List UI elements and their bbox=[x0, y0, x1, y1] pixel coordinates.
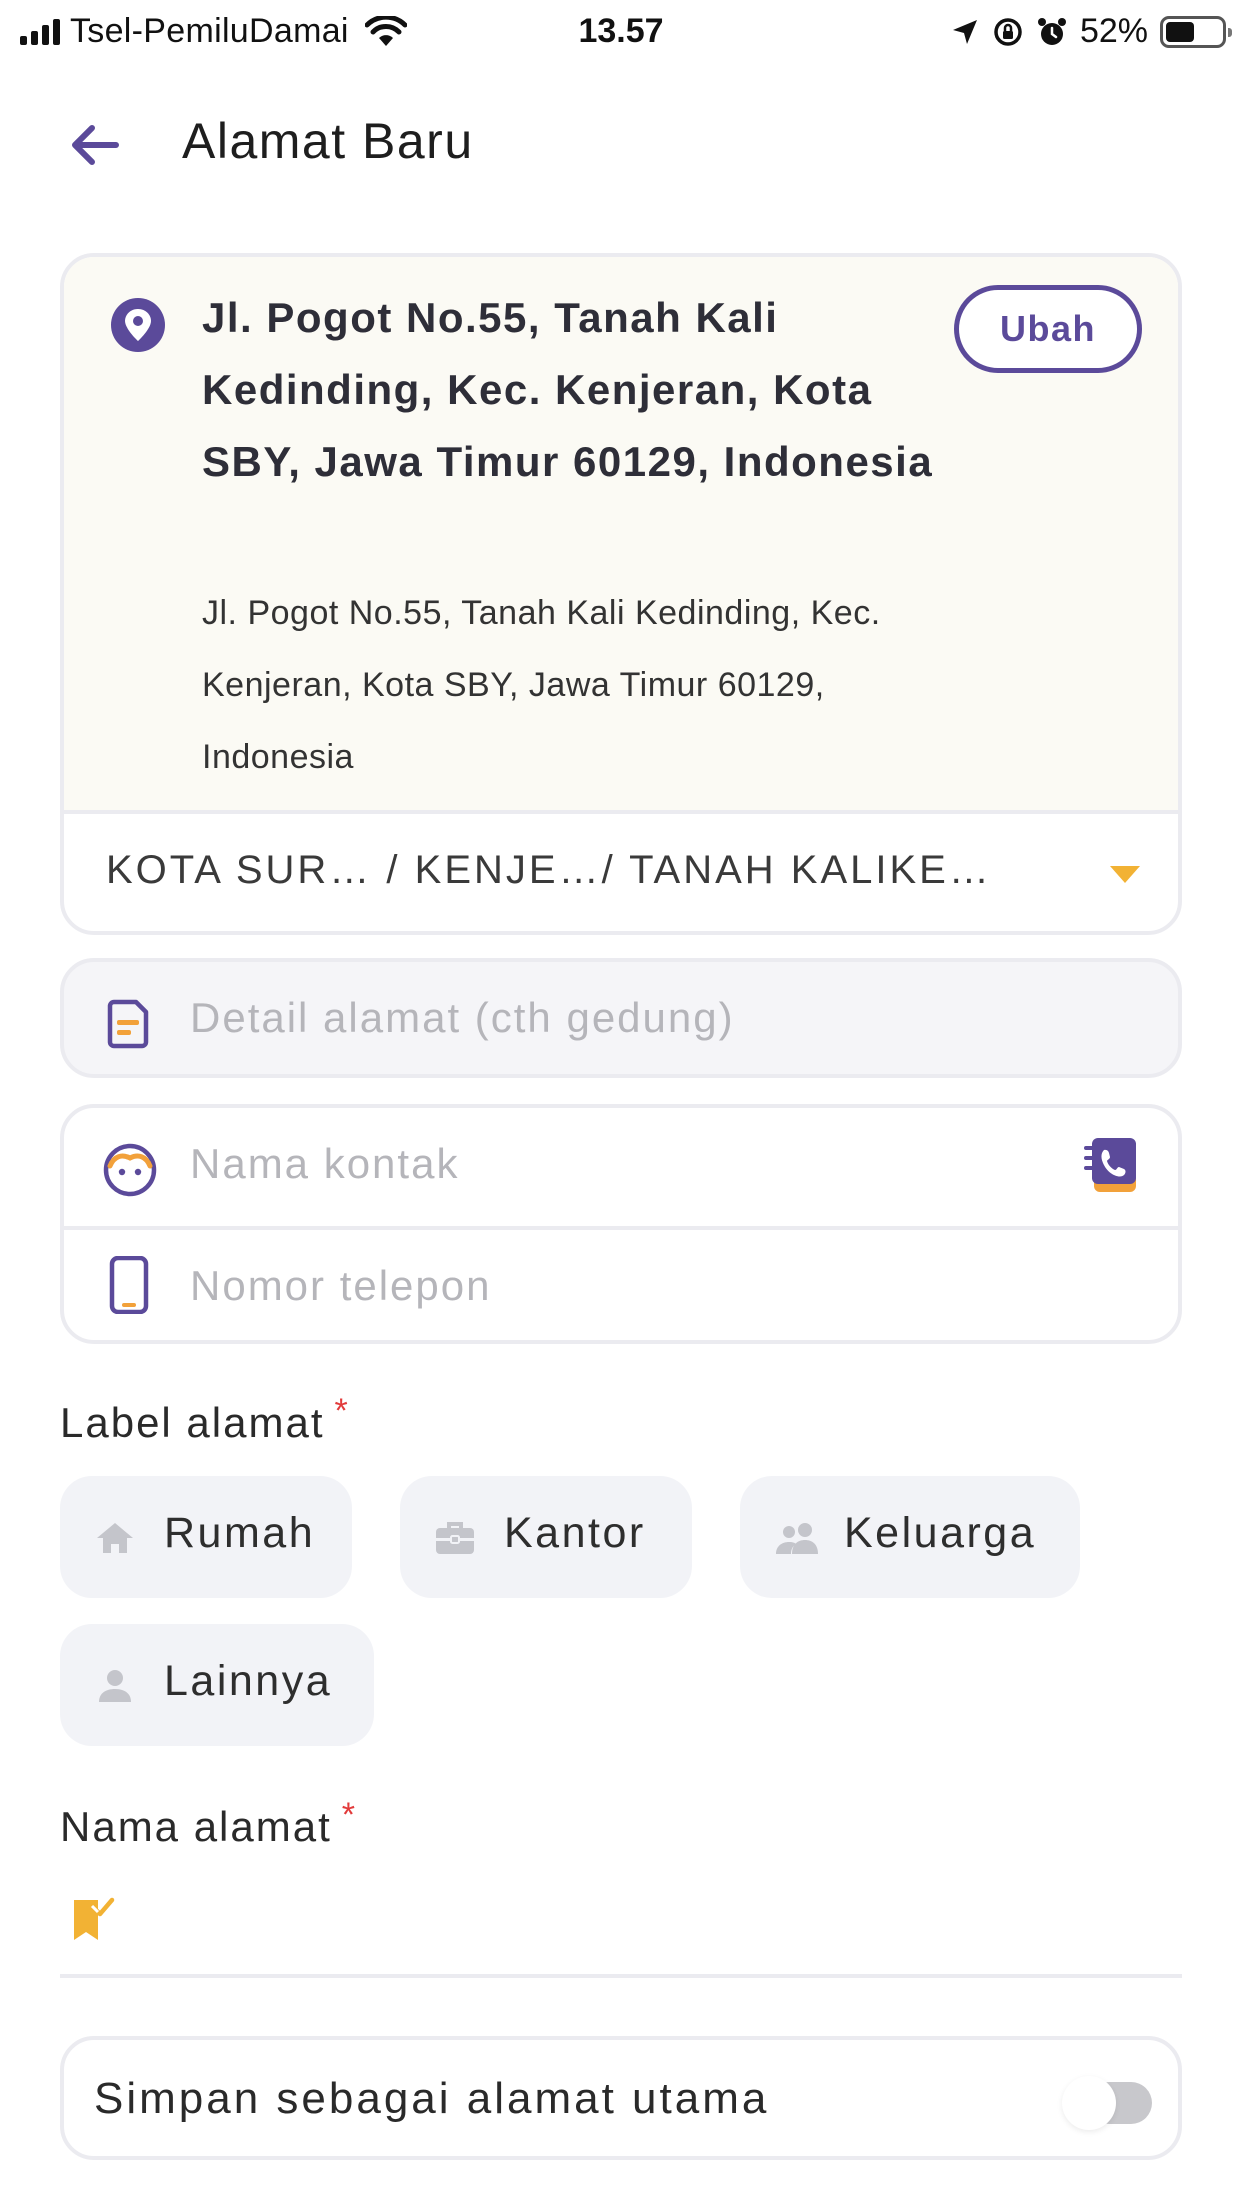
arrow-left-icon bbox=[72, 125, 119, 165]
phone-placeholder: Nomor telepon bbox=[190, 1262, 492, 1309]
label-section-title-text: Label alamat bbox=[60, 1399, 325, 1446]
primary-address-label: Simpan sebagai alamat utama bbox=[94, 2074, 770, 2123]
phone-field[interactable]: Nomor telepon bbox=[64, 1226, 1178, 1342]
address-summary: Jl. Pogot No.55, Tanah Kali Kedinding, K… bbox=[64, 257, 1178, 814]
status-bar: Tsel-PemiluDamai 13.57 52% bbox=[0, 0, 1242, 62]
primary-address-row: Simpan sebagai alamat utama bbox=[60, 2036, 1182, 2160]
label-section-title: Label alamat * bbox=[60, 1392, 350, 1447]
label-chip-keluarga[interactable]: Keluarga bbox=[740, 1476, 1080, 1598]
rotation-lock-icon bbox=[994, 17, 1022, 46]
label-chip-rumah[interactable]: Rumah bbox=[60, 1476, 352, 1598]
people-icon bbox=[776, 1523, 818, 1554]
location-arrow-icon bbox=[952, 19, 977, 44]
toggle-knob bbox=[1062, 2076, 1116, 2130]
person-icon bbox=[99, 1670, 131, 1702]
name-section-title: Nama alamat * bbox=[60, 1796, 357, 1851]
chip-label: Keluarga bbox=[844, 1509, 1037, 1557]
app-header: Alamat Baru bbox=[0, 100, 1242, 190]
home-icon bbox=[97, 1523, 133, 1553]
status-right: 52% bbox=[950, 12, 1232, 51]
required-mark: * bbox=[341, 1796, 357, 1834]
note-icon bbox=[107, 999, 149, 1049]
chip-label: Lainnya bbox=[164, 1657, 333, 1705]
address-detail-text: Jl. Pogot No.55, Tanah Kali Kedinding, K… bbox=[202, 594, 881, 776]
bookmark-check-icon bbox=[74, 1897, 115, 1940]
contact-book-icon[interactable] bbox=[1084, 1136, 1140, 1194]
caret-down-icon bbox=[1110, 866, 1140, 883]
chip-label: Kantor bbox=[504, 1509, 646, 1557]
primary-address-toggle[interactable] bbox=[1062, 2076, 1152, 2130]
contact-name-field[interactable]: Nama kontak bbox=[64, 1108, 1178, 1224]
address-main-text: Jl. Pogot No.55, Tanah Kali Kedinding, K… bbox=[202, 294, 934, 485]
battery-icon bbox=[1160, 15, 1232, 48]
face-icon bbox=[103, 1143, 157, 1197]
battery-percentage: 52% bbox=[1079, 12, 1148, 50]
label-chip-lainnya[interactable]: Lainnya bbox=[60, 1624, 374, 1746]
chip-label: Rumah bbox=[164, 1509, 316, 1557]
address-name-input[interactable] bbox=[126, 1888, 1166, 1958]
change-address-button[interactable]: Ubah bbox=[954, 285, 1142, 373]
area-selector-value: KOTA SUR… / KENJE…/ TANAH KALIKE… bbox=[106, 848, 992, 892]
briefcase-icon bbox=[436, 1522, 474, 1554]
detail-address-placeholder: Detail alamat (cth gedung) bbox=[190, 994, 735, 1041]
alarm-icon bbox=[1037, 17, 1066, 45]
contact-fields: Nama kontak Nomor telepon bbox=[60, 1104, 1182, 1344]
map-pin-icon bbox=[111, 298, 165, 352]
back-button[interactable] bbox=[60, 115, 130, 175]
contact-name-placeholder: Nama kontak bbox=[190, 1140, 460, 1187]
detail-address-field[interactable]: Detail alamat (cth gedung) bbox=[60, 958, 1182, 1078]
address-card: Jl. Pogot No.55, Tanah Kali Kedinding, K… bbox=[60, 253, 1182, 935]
area-selector[interactable]: KOTA SUR… / KENJE…/ TANAH KALIKE… bbox=[64, 814, 1178, 931]
label-chip-kantor[interactable]: Kantor bbox=[400, 1476, 692, 1598]
phone-icon bbox=[109, 1256, 149, 1314]
battery-fill bbox=[1166, 21, 1194, 42]
page-title: Alamat Baru bbox=[182, 113, 474, 169]
name-section-title-text: Nama alamat bbox=[60, 1803, 332, 1850]
required-mark: * bbox=[334, 1392, 350, 1430]
address-name-field[interactable] bbox=[60, 1878, 1182, 1978]
